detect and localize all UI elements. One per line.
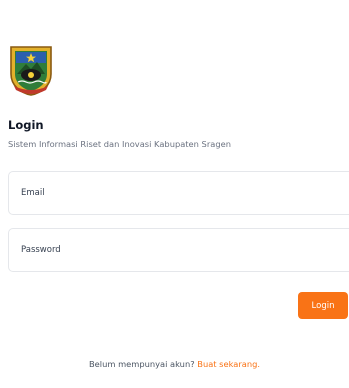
page-subtitle: Sistem Informasi Riset dan Inovasi Kabup… (8, 139, 231, 149)
register-prompt: Belum mempunyai akun? Buat sekarang. (0, 359, 349, 369)
register-prompt-text: Belum mempunyai akun? (88, 359, 195, 369)
coat-of-arms-logo (10, 46, 52, 96)
login-button[interactable]: Login (298, 292, 348, 319)
page-title: Login (8, 118, 44, 132)
register-link[interactable]: Buat sekarang. (197, 359, 260, 369)
email-field[interactable] (8, 171, 349, 215)
password-field[interactable] (8, 228, 349, 272)
login-page: Login Sistem Informasi Riset dan Inovasi… (0, 0, 349, 388)
